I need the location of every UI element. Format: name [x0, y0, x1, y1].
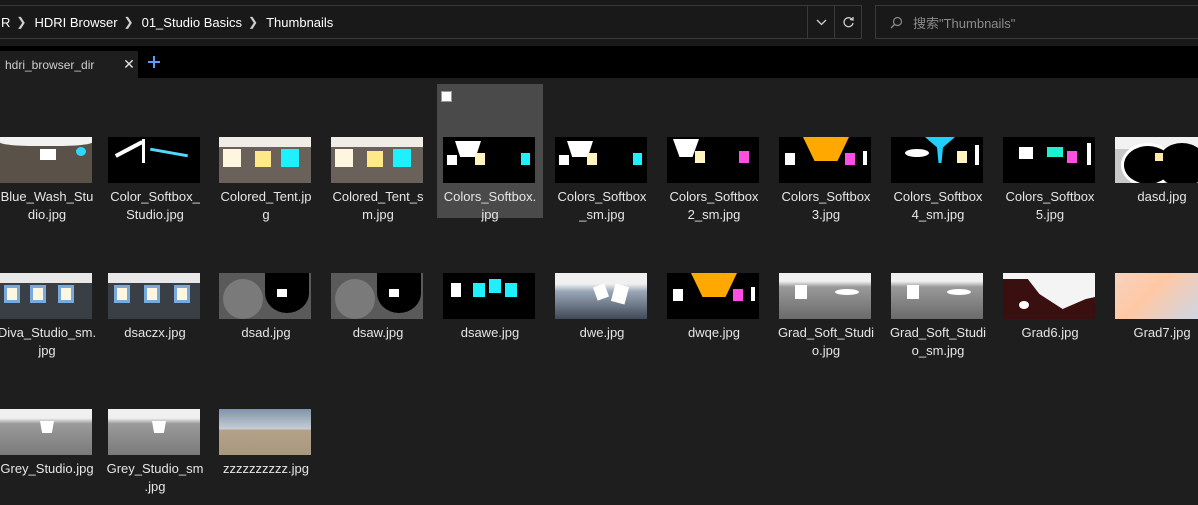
file-name: Grad6.jpg	[1021, 325, 1079, 340]
address-bar[interactable]: R ❯ HDRI Browser ❯ 01_Studio Basics ❯ Th…	[0, 5, 862, 39]
file-name: dsawe.jpg	[460, 325, 520, 340]
thumbnail	[219, 137, 311, 183]
thumbnail	[108, 137, 200, 183]
thumbnail	[779, 137, 871, 183]
thumbnail	[0, 273, 92, 319]
select-checkbox[interactable]	[441, 91, 452, 102]
file-item[interactable]: Grad7.jpg	[1109, 220, 1198, 354]
file-item[interactable]: Diva_Studio_sm. jpg	[0, 220, 100, 358]
thumbnail	[1115, 273, 1198, 319]
file-item[interactable]: dsad.jpg	[213, 220, 319, 354]
file-name: dsad.jpg	[241, 325, 291, 340]
thumbnail	[0, 137, 92, 183]
file-name: dsaczx.jpg	[124, 325, 186, 340]
file-name: Colors_Softbox _sm.jpg	[557, 189, 647, 222]
file-item[interactable]: Blue_Wash_Stu dio.jpg	[0, 84, 100, 222]
thumbnail	[331, 137, 423, 183]
file-name: Colors_Softbox 2_sm.jpg	[669, 189, 759, 222]
thumbnail	[1003, 273, 1095, 319]
search-input[interactable]: 搜索"Thumbnails"	[875, 5, 1198, 39]
tab-label: hdri_browser_dir	[5, 57, 95, 72]
file-item[interactable]: Colors_Softbox 4_sm.jpg	[885, 84, 991, 222]
file-name: Colors_Softbox 3.jpg	[781, 189, 871, 222]
search-icon	[890, 16, 903, 28]
thumbnail	[667, 137, 759, 183]
file-name: Grad7.jpg	[1133, 325, 1191, 340]
file-name: Colors_Softbox. jpg	[443, 189, 537, 222]
thumbnail	[108, 273, 200, 319]
thumbnail	[219, 273, 311, 319]
breadcrumb-item[interactable]: Thumbnails	[260, 15, 337, 30]
file-item[interactable]: Colors_Softbox 5.jpg	[997, 84, 1103, 222]
file-item[interactable]: dwqe.jpg	[661, 220, 767, 354]
file-name: dsaw.jpg	[352, 325, 404, 340]
add-tab-icon[interactable]	[146, 54, 162, 70]
file-item[interactable]: Grey_Studio.jpg	[0, 356, 100, 490]
thumbnail	[1115, 137, 1198, 183]
file-item[interactable]: dsaw.jpg	[325, 220, 431, 354]
thumbnail	[331, 273, 423, 319]
refresh-icon[interactable]	[834, 6, 861, 38]
file-item[interactable]: dwe.jpg	[549, 220, 655, 354]
thumbnail	[0, 409, 92, 455]
file-name: Colors_Softbox 4_sm.jpg	[893, 189, 983, 222]
file-item[interactable]: Color_Softbox_ Studio.jpg	[102, 84, 208, 222]
thumbnail	[891, 273, 983, 319]
chevron-right-icon: ❯	[248, 15, 259, 29]
file-item[interactable]: dsaczx.jpg	[102, 220, 208, 354]
file-name: Grad_Soft_Studi o.jpg	[777, 325, 875, 358]
file-grid: Blue_Wash_Stu dio.jpg Color_Softbox_ Studi…	[0, 78, 1198, 505]
file-name: Color_Softbox_ Studio.jpg	[110, 189, 200, 222]
thumbnail	[891, 137, 983, 183]
file-name: Colored_Tent_s m.jpg	[332, 189, 424, 222]
file-name: dwqe.jpg	[687, 325, 741, 340]
file-item[interactable]: Grad_Soft_Studi o.jpg	[773, 220, 879, 358]
file-name: Colored_Tent.jp g	[220, 189, 312, 222]
thumbnail	[443, 137, 535, 183]
thumbnail	[108, 409, 200, 455]
tab-hdri-browser-dir[interactable]: hdri_browser_dir ✕	[0, 51, 138, 78]
chevron-right-icon: ❯	[16, 15, 27, 29]
thumbnail	[779, 273, 871, 319]
close-icon[interactable]: ✕	[120, 56, 138, 73]
thumbnail	[219, 409, 311, 455]
file-item[interactable]: Grad6.jpg	[997, 220, 1103, 354]
tab-bar: hdri_browser_dir ✕	[0, 46, 1198, 78]
file-item[interactable]: Colors_Softbox 3.jpg	[773, 84, 879, 222]
chevron-down-icon[interactable]	[807, 6, 834, 38]
file-name: dasd.jpg	[1137, 189, 1187, 204]
file-item[interactable]: dasd.jpg	[1109, 84, 1198, 218]
file-item[interactable]: Colors_Softbox _sm.jpg	[549, 84, 655, 222]
file-name: zzzzzzzzzz.jpg	[223, 461, 309, 476]
file-name: Grad_Soft_Studi o_sm.jpg	[889, 325, 987, 358]
file-item-selected[interactable]: Colors_Softbox. jpg	[437, 84, 543, 222]
chevron-right-icon: ❯	[123, 15, 134, 29]
thumbnail	[555, 273, 647, 319]
search-placeholder: 搜索"Thumbnails"	[913, 15, 1016, 31]
thumbnail	[1003, 137, 1095, 183]
file-item[interactable]: zzzzzzzzzz.jpg	[213, 356, 319, 490]
file-item[interactable]: Colored_Tent_s m.jpg	[325, 84, 431, 222]
top-bar: R ❯ HDRI Browser ❯ 01_Studio Basics ❯ Th…	[0, 0, 1198, 46]
thumbnail	[443, 273, 535, 319]
file-item[interactable]: dsawe.jpg	[437, 220, 543, 354]
file-item[interactable]: Colors_Softbox 2_sm.jpg	[661, 84, 767, 222]
file-name: dwe.jpg	[579, 325, 625, 340]
thumbnail	[555, 137, 647, 183]
file-item[interactable]: Colored_Tent.jp g	[213, 84, 319, 222]
file-name: Colors_Softbox 5.jpg	[1005, 189, 1095, 222]
breadcrumb-item[interactable]: R	[0, 15, 14, 30]
file-name: Grey_Studio_sm .jpg	[106, 461, 204, 494]
breadcrumb-item[interactable]: 01_Studio Basics	[136, 15, 246, 30]
file-item[interactable]: Grad_Soft_Studi o_sm.jpg	[885, 220, 991, 358]
breadcrumb-item[interactable]: HDRI Browser	[28, 15, 121, 30]
thumbnail	[667, 273, 759, 319]
file-item[interactable]: Grey_Studio_sm .jpg	[102, 356, 208, 494]
